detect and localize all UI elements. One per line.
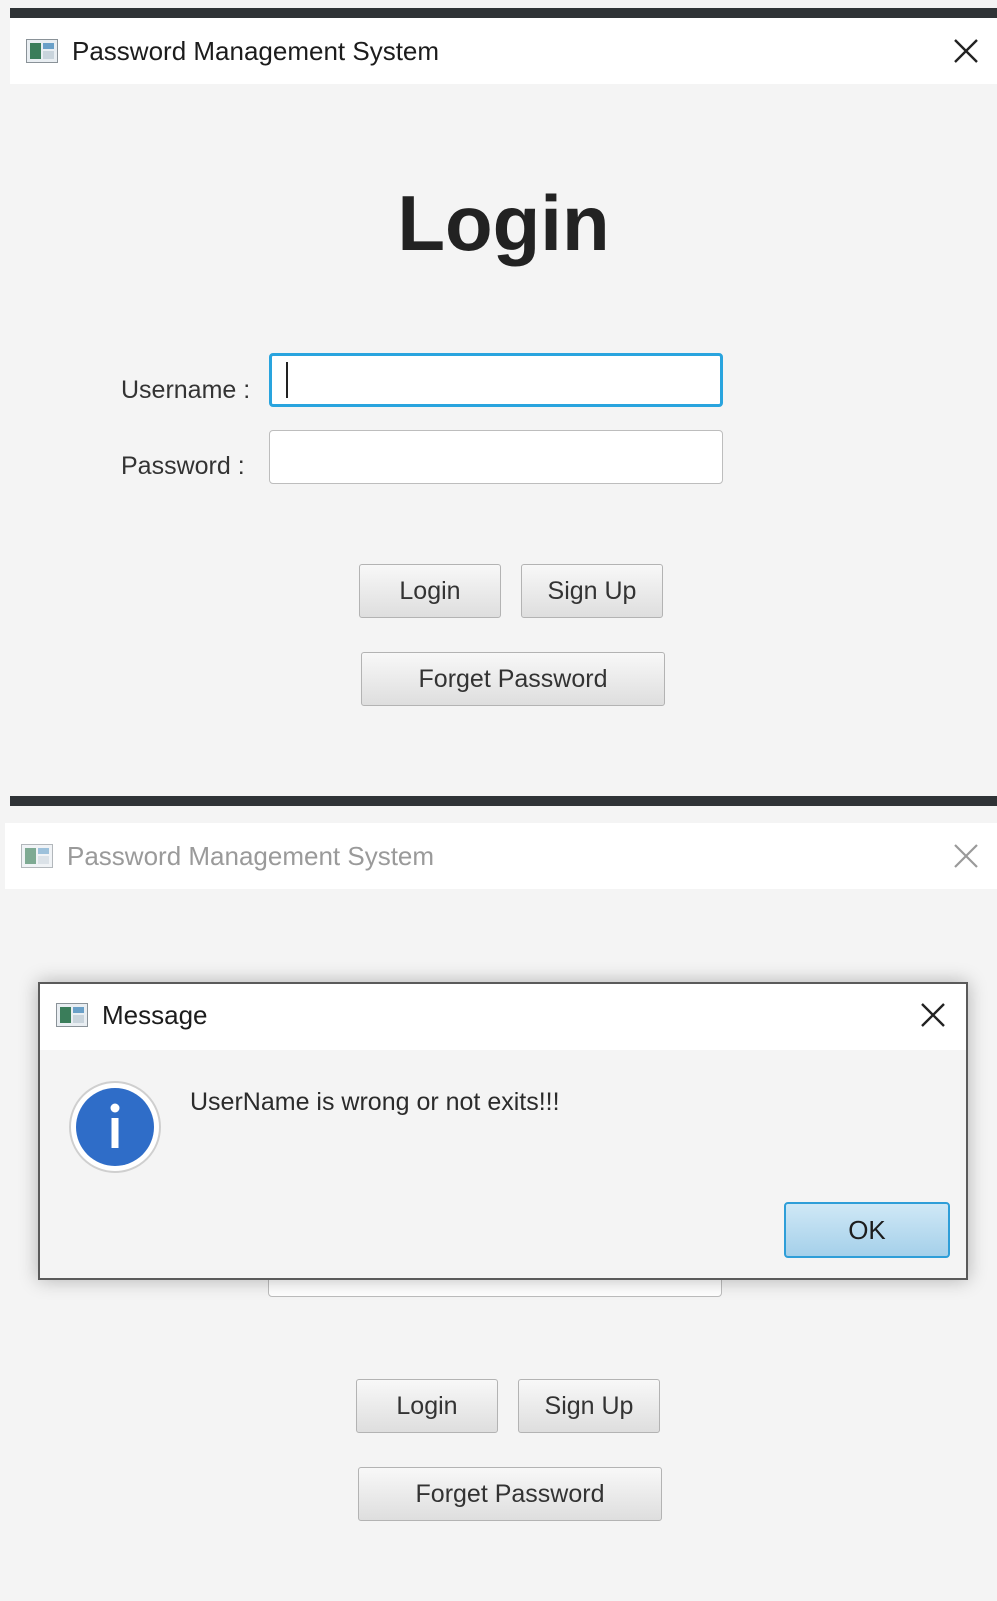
password-label: Password : bbox=[121, 452, 245, 480]
signup-button[interactable]: Sign Up bbox=[521, 564, 663, 618]
window-title: Password Management System bbox=[72, 36, 440, 66]
close-icon[interactable] bbox=[916, 998, 950, 1032]
title-bar-inactive: Password Management System bbox=[5, 823, 997, 889]
signup-button[interactable]: Sign Up bbox=[518, 1379, 660, 1433]
forget-password-button[interactable]: Forget Password bbox=[358, 1467, 662, 1521]
login-heading: Login bbox=[397, 179, 610, 267]
username-label: Username : bbox=[121, 376, 251, 404]
dialog-message: UserName is wrong or not exits!!! bbox=[190, 1088, 560, 1116]
close-icon[interactable] bbox=[949, 839, 983, 873]
login-button[interactable]: Login bbox=[356, 1379, 498, 1433]
password-input[interactable] bbox=[269, 430, 723, 484]
username-input[interactable] bbox=[269, 353, 723, 407]
title-bar: Password Management System bbox=[10, 18, 997, 84]
login-button[interactable]: Login bbox=[359, 564, 501, 618]
message-dialog: Message UserName is wrong or not exits!!… bbox=[38, 982, 968, 1280]
app-icon bbox=[26, 39, 58, 63]
top-frame-bar bbox=[10, 8, 997, 18]
close-icon[interactable] bbox=[949, 34, 983, 68]
dialog-title: Message bbox=[102, 1000, 208, 1030]
window-title: Password Management System bbox=[67, 841, 435, 871]
dialog-title-bar: Message bbox=[40, 984, 966, 1050]
bottom-frame-bar bbox=[10, 796, 997, 806]
forget-password-button[interactable]: Forget Password bbox=[361, 652, 665, 706]
info-icon bbox=[69, 1081, 161, 1173]
app-icon bbox=[56, 1003, 88, 1027]
text-caret bbox=[286, 362, 288, 398]
login-window: Password Management System Login Usernam… bbox=[10, 18, 997, 798]
ok-button[interactable]: OK bbox=[784, 1202, 950, 1258]
app-icon bbox=[21, 844, 53, 868]
